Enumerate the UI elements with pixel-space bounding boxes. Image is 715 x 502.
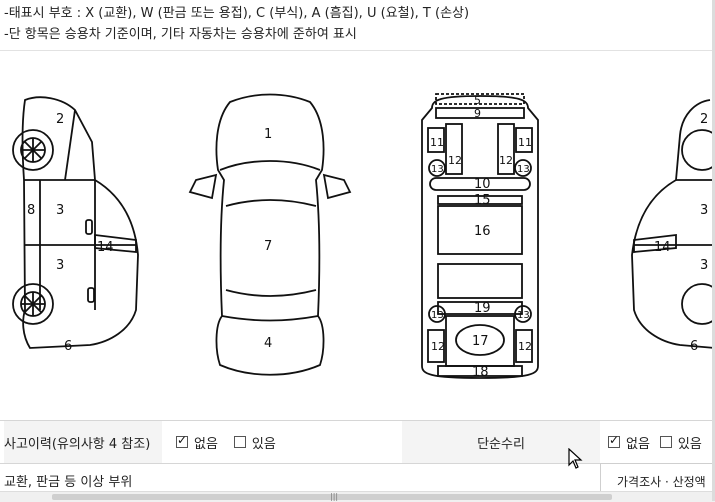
accident-history-label: 사고이력(유의사항 4 참조) bbox=[4, 421, 162, 463]
accident-history-options: 없음 있음 bbox=[168, 421, 410, 463]
abnormal-parts-row: 교환, 판금 등 이상 부위 bbox=[0, 463, 600, 491]
part-14-left: 14 bbox=[97, 240, 114, 255]
part-10: 10 bbox=[474, 177, 491, 192]
simple-repair-none-label: 없음 bbox=[626, 436, 650, 452]
legend-symbols: -태표시 부호 : X (교환), W (판금 또는 용접), C (부식), … bbox=[4, 6, 470, 21]
part-3-right-rear: 3 bbox=[700, 258, 708, 273]
part-13-rear-left: 13 bbox=[431, 310, 444, 321]
part-11-left: 11 bbox=[430, 136, 444, 149]
part-5: 5 bbox=[474, 94, 481, 107]
horizontal-scrollbar[interactable]: ||| bbox=[0, 491, 715, 502]
part-13-front-right: 13 bbox=[517, 164, 530, 175]
part-9: 9 bbox=[474, 107, 481, 120]
simple-repair-yes-checkbox[interactable]: 있음 bbox=[659, 433, 702, 452]
part-12-front-right: 12 bbox=[499, 154, 513, 167]
part-16: 16 bbox=[474, 224, 491, 239]
mouse-cursor-icon bbox=[568, 448, 583, 469]
checkbox-checked-icon[interactable] bbox=[176, 433, 188, 448]
part-18: 18 bbox=[472, 365, 489, 380]
part-6-left: 6 bbox=[64, 339, 72, 354]
part-3-left-rear: 3 bbox=[56, 258, 64, 273]
simple-repair-options: 없음 있음 bbox=[600, 421, 715, 463]
part-12-front-left: 12 bbox=[448, 154, 462, 167]
accident-yes-label: 있음 bbox=[251, 436, 276, 452]
right-side-view: 2 3 14 3 6 bbox=[631, 99, 715, 354]
accident-yes-checkbox[interactable]: 있음 bbox=[233, 433, 276, 452]
part-6-right: 6 bbox=[690, 339, 698, 354]
top-view: 1 7 4 bbox=[188, 93, 352, 376]
left-side-view: 2 8 3 3 14 6 bbox=[12, 96, 139, 354]
part-7: 7 bbox=[264, 239, 272, 254]
part-14-right: 14 bbox=[654, 240, 671, 255]
tab-price-assessment[interactable]: 가격조사 · 산정액 bbox=[600, 463, 715, 493]
part-3-left-front: 3 bbox=[56, 203, 64, 218]
part-1: 1 bbox=[264, 127, 272, 142]
divider bbox=[0, 50, 715, 51]
checkbox-empty-icon[interactable] bbox=[233, 436, 246, 448]
underside-view: 5 9 11 11 12 12 13 13 10 15 16 19 13 13 … bbox=[421, 93, 539, 380]
part-17: 17 bbox=[472, 334, 489, 349]
part-8: 8 bbox=[27, 203, 35, 218]
part-15: 15 bbox=[474, 193, 491, 208]
part-3-right-front: 3 bbox=[700, 203, 708, 218]
checkbox-empty-icon[interactable] bbox=[659, 436, 672, 448]
legend-note: -단 항목은 승용차 기준이며, 기타 자동차는 승용차에 준하여 표시 bbox=[4, 27, 357, 42]
part-19: 19 bbox=[474, 301, 491, 316]
abnormal-parts-label: 교환, 판금 등 이상 부위 bbox=[4, 475, 133, 490]
part-2-right: 2 bbox=[700, 112, 708, 127]
part-13-rear-right: 13 bbox=[517, 310, 530, 321]
simple-repair-none-checkbox[interactable]: 없음 bbox=[608, 433, 650, 452]
part-13-front-left: 13 bbox=[431, 164, 444, 175]
part-12-rear-left: 12 bbox=[431, 340, 445, 353]
simple-repair-yes-label: 있음 bbox=[677, 436, 702, 452]
accident-history-row: 사고이력(유의사항 4 참조) 없음 있음 단순수리 없음 있음 bbox=[0, 420, 715, 464]
part-4: 4 bbox=[264, 336, 272, 351]
part-11-right: 11 bbox=[518, 136, 532, 149]
part-12-rear-right: 12 bbox=[518, 340, 532, 353]
part-2-left: 2 bbox=[56, 112, 64, 127]
car-diagram: 2 8 3 3 14 6 1 7 4 5 9 11 11 12 12 13 13… bbox=[0, 80, 715, 380]
checkbox-checked-icon[interactable] bbox=[608, 433, 620, 448]
accident-none-label: 없음 bbox=[194, 436, 218, 452]
scrollbar-grip-icon: ||| bbox=[330, 492, 339, 501]
accident-none-checkbox[interactable]: 없음 bbox=[176, 433, 218, 452]
